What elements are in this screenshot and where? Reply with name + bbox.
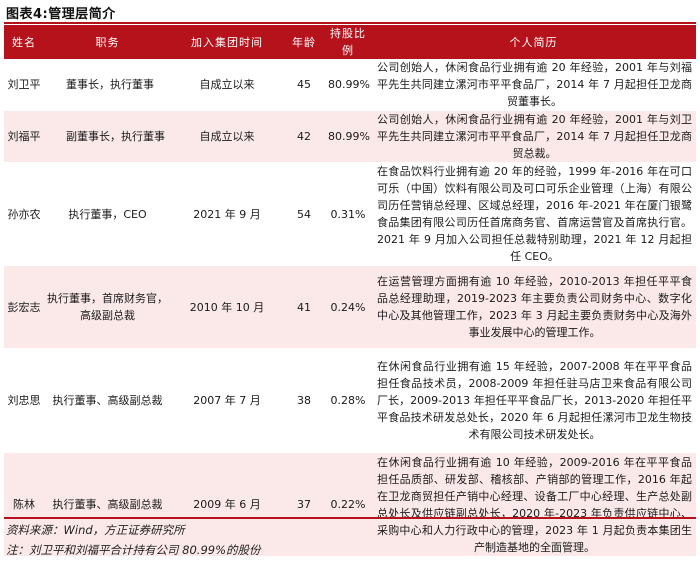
cell-share: 0.22% xyxy=(325,452,371,557)
cell-bio: 公司创始人，休闲食品行业拥有逾 20 年经验，2001 年与刘卫平先生共同建立漯… xyxy=(371,110,696,163)
cell-bio: 公司创始人，休闲食品行业拥有逾 20 年经验，2001 年与刘福平先生共同建立漯… xyxy=(371,59,696,111)
header-age: 年龄 xyxy=(283,25,325,59)
cell-joined: 2007 年 7 月 xyxy=(171,348,283,453)
source-note: 资料来源：Wind，方正证券研究所 xyxy=(6,523,185,537)
cell-age: 54 xyxy=(283,162,325,266)
cell-share: 80.99% xyxy=(325,110,371,163)
cell-age: 45 xyxy=(283,59,325,111)
table-row: 刘卫平 董事长，执行董事 自成立以来 45 80.99% 公司创始人，休闲食品行… xyxy=(4,59,696,111)
cell-bio: 在运营管理方面拥有逾 10 年经验，2010-2013 年担任平平食品总经理助理… xyxy=(371,265,696,349)
cell-age: 42 xyxy=(283,110,325,163)
title-rule xyxy=(4,22,696,24)
table-header-row: 姓名 职务 加入集团时间 年龄 持股比例 个人简历 xyxy=(4,25,696,59)
table-row: 彭宏志 执行董事，首席财务官，高级副总裁 2010 年 10 月 41 0.24… xyxy=(4,265,696,349)
cell-name: 刘忠思 xyxy=(4,348,44,453)
header-bio: 个人简历 xyxy=(371,25,696,59)
cell-role: 执行董事，CEO xyxy=(44,162,171,266)
footnote: 注：刘卫平和刘福平合计持有公司 80.99%的股份 xyxy=(6,543,261,557)
cell-role: 副董事长，执行董事 xyxy=(44,110,171,163)
header-joined: 加入集团时间 xyxy=(171,25,283,59)
header-share: 持股比例 xyxy=(325,25,371,59)
cell-joined: 2021 年 9 月 xyxy=(171,162,283,266)
cell-role: 执行董事、高级副总裁 xyxy=(44,452,171,557)
cell-role: 执行董事、高级副总裁 xyxy=(44,348,171,453)
table-row: 刘忠思 执行董事、高级副总裁 2007 年 7 月 38 0.28% 在休闲食品… xyxy=(4,348,696,453)
management-table: 姓名 职务 加入集团时间 年龄 持股比例 个人简历 刘卫平 董事长，执行董事 自… xyxy=(4,25,696,557)
cell-age: 38 xyxy=(283,348,325,453)
cell-role: 执行董事，首席财务官，高级副总裁 xyxy=(44,265,171,349)
table-row: 陈林 执行董事、高级副总裁 2009 年 6 月 37 0.22% 在休闲食品行… xyxy=(4,452,696,557)
cell-share: 0.28% xyxy=(325,348,371,453)
footer-rule xyxy=(4,517,696,519)
cell-name: 孙亦农 xyxy=(4,162,44,266)
cell-joined: 自成立以来 xyxy=(171,110,283,163)
cell-name: 陈林 xyxy=(4,452,44,557)
cell-name: 刘福平 xyxy=(4,110,44,163)
table-row: 刘福平 副董事长，执行董事 自成立以来 42 80.99% 公司创始人，休闲食品… xyxy=(4,110,696,163)
cell-share: 80.99% xyxy=(325,59,371,111)
figure-title: 图表4:管理层简介 xyxy=(6,7,116,22)
cell-age: 41 xyxy=(283,265,325,349)
cell-joined: 自成立以来 xyxy=(171,59,283,111)
cell-bio: 在食品饮料行业拥有逾 20 年的经验，1999 年-2016 年在可口可乐（中国… xyxy=(371,162,696,266)
table-row: 孙亦农 执行董事，CEO 2021 年 9 月 54 0.31% 在食品饮料行业… xyxy=(4,162,696,266)
cell-bio: 在休闲食品行业拥有逾 15 年经验，2007-2008 年在平平食品担任食品技术… xyxy=(371,348,696,453)
cell-joined: 2010 年 10 月 xyxy=(171,265,283,349)
cell-name: 彭宏志 xyxy=(4,265,44,349)
cell-age: 37 xyxy=(283,452,325,557)
cell-share: 0.31% xyxy=(325,162,371,266)
cell-name: 刘卫平 xyxy=(4,59,44,111)
cell-joined: 2009 年 6 月 xyxy=(171,452,283,557)
cell-bio: 在休闲食品行业拥有逾 10 年经验，2009-2016 年在平平食品担任品质部、… xyxy=(371,452,696,557)
cell-share: 0.24% xyxy=(325,265,371,349)
header-name: 姓名 xyxy=(4,25,44,59)
header-role: 职务 xyxy=(44,25,171,59)
cell-role: 董事长，执行董事 xyxy=(44,59,171,111)
